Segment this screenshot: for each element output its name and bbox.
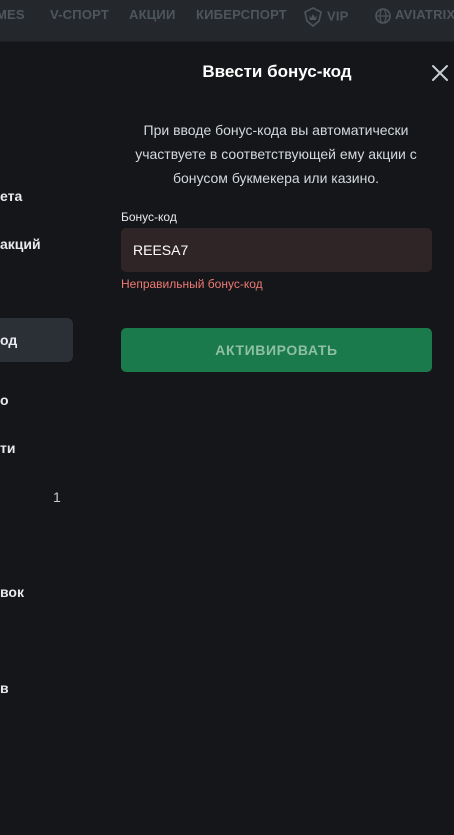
- nav-item-aviatrix-label: AVIATRIX: [395, 7, 454, 22]
- nav-item-esports[interactable]: КИБЕРСПОРТ: [196, 7, 287, 22]
- sidebar-menu: ета акций од о ти 1 вок в: [0, 43, 100, 835]
- error-message: Неправильный бонус-код: [121, 277, 263, 291]
- nav-item-v-sport[interactable]: V-СПОРТ: [50, 7, 109, 22]
- sidebar-item-7[interactable]: в: [0, 680, 9, 696]
- nav-item-vip[interactable]: VIP: [303, 7, 349, 27]
- top-navigation-bar: MES V-СПОРТ АКЦИИ КИБЕРСПОРТ VIP AVIATRI…: [0, 0, 454, 42]
- activate-button[interactable]: АКТИВИРОВАТЬ: [121, 328, 432, 372]
- crown-shield-icon: [304, 7, 322, 27]
- bonus-code-input[interactable]: [121, 228, 432, 272]
- panel-description: При вводе бонус-кода вы автоматически уч…: [135, 122, 417, 186]
- sidebar-count-badge: 1: [53, 489, 61, 505]
- sidebar-item-1[interactable]: ета: [0, 188, 22, 204]
- sidebar-item-4[interactable]: о: [0, 392, 9, 408]
- nav-item-games[interactable]: MES: [0, 7, 25, 22]
- bonus-code-panel: Ввести бонус-код При вводе бонус-кода вы…: [100, 43, 454, 835]
- nav-item-vip-label: VIP: [327, 8, 349, 24]
- panel-title: Ввести бонус-код: [202, 62, 352, 81]
- bonus-code-label: Бонус-код: [121, 210, 177, 224]
- sidebar-item-6[interactable]: вок: [0, 584, 24, 600]
- close-button[interactable]: [430, 63, 452, 83]
- nav-item-promotions[interactable]: АКЦИИ: [129, 7, 176, 22]
- sidebar-item-5[interactable]: ти: [0, 440, 15, 456]
- nav-item-aviatrix[interactable]: AVIATRIX: [375, 7, 454, 24]
- globe-icon: [375, 7, 391, 24]
- close-icon: [432, 65, 448, 81]
- sidebar-item-bonus-code[interactable]: од: [0, 332, 17, 348]
- sidebar-item-2[interactable]: акций: [0, 236, 41, 252]
